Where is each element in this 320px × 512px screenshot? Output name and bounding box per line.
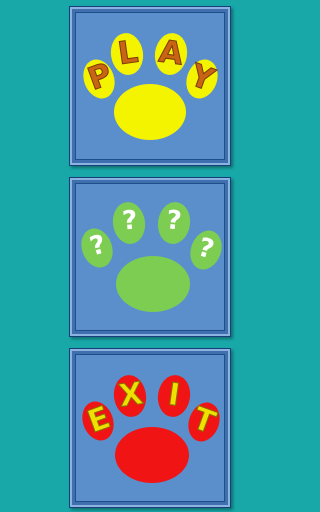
paw-pad xyxy=(115,427,189,483)
play-paw: P L A Y xyxy=(83,33,220,140)
mystery-button[interactable]: ? ? ? ? xyxy=(69,177,231,337)
paw-pad xyxy=(114,84,186,140)
exit-letter-x: X xyxy=(117,375,146,414)
mystery-paw: ? ? ? ? xyxy=(81,202,222,312)
exit-paw-icon: E X I T xyxy=(82,375,221,483)
mystery-question-mark: ? xyxy=(165,205,183,236)
play-letter-p: P xyxy=(83,56,117,98)
play-letter-a: A xyxy=(157,34,186,73)
play-paw-icon: P L A Y xyxy=(83,33,220,140)
mystery-paw-icon: ? ? ? ? xyxy=(81,202,222,312)
mystery-question-mark: ? xyxy=(121,205,139,236)
exit-paw: E X I T xyxy=(82,375,221,483)
paw-pad xyxy=(116,256,190,312)
exit-button[interactable]: E X I T xyxy=(69,348,231,508)
play-button[interactable]: P L A Y xyxy=(69,6,231,166)
